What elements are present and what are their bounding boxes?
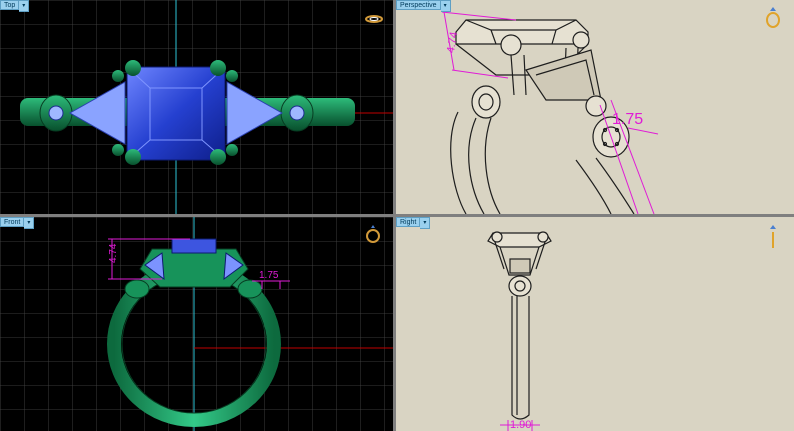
perspective-view-canvas[interactable]: 4.74 1.75	[396, 0, 794, 214]
dimension-width-value: 1.75	[612, 111, 643, 128]
dropdown-arrow-icon[interactable]: ▾	[24, 217, 35, 229]
viewport-top[interactable]: Top ▾	[0, 0, 393, 214]
viewport-right-title[interactable]: Right	[396, 217, 421, 227]
center-stone	[171, 238, 217, 254]
dropdown-arrow-icon[interactable]: ▾	[420, 217, 431, 229]
viewport-perspective-label[interactable]: Perspective ▾	[396, 0, 451, 12]
top-view-canvas[interactable]	[0, 0, 393, 214]
viewport-top-label[interactable]: Top ▾	[0, 0, 30, 12]
ring-sketch	[450, 19, 635, 214]
viewport-right-label[interactable]: Right ▾	[396, 217, 431, 229]
dimension-width-value: 1.75	[259, 270, 279, 281]
viewport-top-title[interactable]: Top	[0, 0, 20, 10]
viewport-front-title[interactable]: Front	[0, 217, 25, 227]
dropdown-arrow-icon[interactable]: ▾	[19, 0, 30, 12]
dimension-height-value: 4.74	[445, 31, 461, 54]
front-view-canvas[interactable]: 4.74 1.75	[0, 217, 393, 431]
ring-sketch	[487, 231, 552, 420]
dimension-width-value: 1.90	[510, 419, 531, 431]
dimension-height-value: 4.74	[108, 243, 119, 263]
right-view-canvas[interactable]: 1.90	[396, 217, 794, 431]
viewport-front[interactable]: Front ▾ 4.74 1.75	[0, 217, 393, 431]
viewport-perspective[interactable]: Perspective ▾ 4.74 1.75	[396, 0, 794, 214]
viewport-perspective-title[interactable]: Perspective	[396, 0, 441, 10]
viewport-right[interactable]: Right ▾ 1.90	[396, 217, 794, 431]
dropdown-arrow-icon[interactable]: ▾	[440, 0, 451, 12]
viewport-front-label[interactable]: Front ▾	[0, 217, 35, 229]
